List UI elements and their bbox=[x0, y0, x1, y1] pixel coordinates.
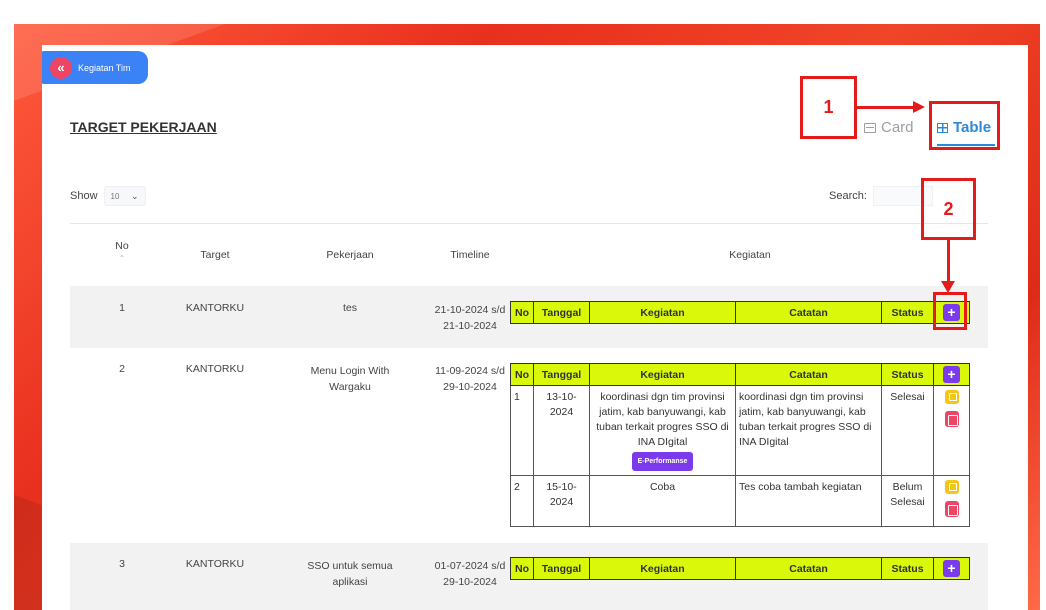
row-timeline: 21-10-2024 s/d 21-10-2024 bbox=[420, 302, 520, 334]
sub-header-tanggal: Tanggal bbox=[533, 301, 590, 324]
sub-header-tanggal: Tanggal bbox=[533, 363, 590, 386]
sub-header-no: No bbox=[510, 363, 534, 386]
row-pekerjaan: Menu Login With Wargaku bbox=[310, 365, 390, 393]
annotation-marker-2: 2 bbox=[921, 178, 976, 240]
activity-actions bbox=[933, 475, 970, 527]
row-pekerjaan: tes bbox=[342, 302, 357, 314]
show-entries: Show 10 ⌄ bbox=[70, 186, 146, 206]
timeline-end: 29-10-2024 bbox=[443, 381, 497, 393]
row-timeline: 11-09-2024 s/d 29-10-2024 bbox=[420, 363, 520, 395]
sub-header-no: No bbox=[510, 301, 534, 324]
activity-row: 2 15-10-2024 Coba Tes coba tambah kegiat… bbox=[510, 475, 970, 527]
page-title: TARGET PEKERJAAN bbox=[70, 119, 217, 135]
header-timeline[interactable]: Timeline bbox=[430, 249, 510, 261]
sub-header-catatan: Catatan bbox=[735, 301, 882, 324]
add-activity-button[interactable]: + bbox=[943, 366, 960, 383]
table-header: No ⌃ Target Pekerjaan Timeline Kegiatan bbox=[70, 223, 988, 286]
sub-header-status: Status bbox=[881, 363, 934, 386]
arrow-head-icon bbox=[913, 101, 925, 113]
activity-catatan: Tes coba tambah kegiatan bbox=[735, 475, 882, 527]
activity-table: No Tanggal Kegiatan Catatan Status + bbox=[510, 301, 970, 324]
search-area: Search: bbox=[829, 186, 933, 206]
search-label: Search: bbox=[829, 190, 867, 202]
sort-icon: ⌃ bbox=[118, 254, 126, 263]
activity-catatan: koordinasi dgn tim provinsi jatim, kab b… bbox=[735, 385, 882, 476]
activity-status: Belum Selesai bbox=[881, 475, 934, 527]
header-no-label: No bbox=[115, 240, 129, 252]
activity-kegiatan: koordinasi dgn tim provinsi jatim, kab b… bbox=[589, 385, 736, 476]
sub-header-kegiatan: Kegiatan bbox=[589, 557, 736, 580]
activity-row: 1 13-10-2024 koordinasi dgn tim provinsi… bbox=[510, 385, 970, 476]
row-timeline: 01-07-2024 s/d 29-10-2024 bbox=[420, 558, 520, 590]
activity-tanggal: 13-10-2024 bbox=[533, 385, 590, 476]
header-target[interactable]: Target bbox=[180, 249, 250, 261]
card-icon bbox=[864, 122, 876, 133]
entries-select[interactable]: 10 ⌄ bbox=[103, 186, 146, 206]
annotation-marker-1: 1 bbox=[800, 76, 857, 139]
sub-header-status: Status bbox=[881, 557, 934, 580]
activity-table: No Tanggal Kegiatan Catatan Status + bbox=[510, 557, 970, 580]
header-no[interactable]: No ⌃ bbox=[112, 240, 132, 264]
row-target: KANTORKU bbox=[185, 302, 245, 314]
sub-header-kegiatan: Kegiatan bbox=[589, 363, 736, 386]
add-activity-button[interactable]: + bbox=[943, 560, 960, 577]
view-card-label: Card bbox=[881, 119, 914, 136]
activity-actions bbox=[933, 385, 970, 476]
row-no: 3 bbox=[119, 558, 125, 570]
annotation-highlight-add bbox=[933, 292, 967, 330]
row-pekerjaan: SSO untuk semua aplikasi bbox=[307, 560, 393, 588]
activity-no: 2 bbox=[510, 475, 534, 527]
row-no: 1 bbox=[119, 302, 125, 314]
category-badge: E-Performanse bbox=[631, 452, 694, 471]
table-row: 1 KANTORKU tes 21-10-2024 s/d 21-10-2024… bbox=[70, 286, 988, 348]
back-button[interactable]: « Kegiatan Tim bbox=[42, 51, 148, 84]
row-target: KANTORKU bbox=[185, 363, 245, 375]
sub-header-catatan: Catatan bbox=[735, 363, 882, 386]
trash-icon[interactable] bbox=[944, 411, 959, 427]
timeline-start: 21-10-2024 s/d bbox=[434, 304, 506, 316]
view-card-toggle[interactable]: Card bbox=[864, 119, 914, 136]
back-button-label: Kegiatan Tim bbox=[78, 62, 131, 73]
row-target: KANTORKU bbox=[185, 558, 245, 570]
activity-table: No Tanggal Kegiatan Catatan Status + 1 1… bbox=[510, 363, 970, 527]
chevron-down-icon: ⌄ bbox=[130, 190, 139, 201]
activity-no: 1 bbox=[510, 385, 534, 476]
edit-icon[interactable] bbox=[944, 480, 959, 494]
table-row: 2 KANTORKU Menu Login With Wargaku 11-09… bbox=[70, 348, 988, 543]
activity-tanggal: 15-10-2024 bbox=[533, 475, 590, 527]
content-panel: « Kegiatan Tim TARGET PEKERJAAN Card Tab… bbox=[42, 45, 1028, 610]
edit-icon[interactable] bbox=[944, 390, 959, 404]
sub-header-action: + bbox=[933, 363, 970, 386]
activity-kegiatan: Coba bbox=[589, 475, 736, 527]
sub-header-status: Status bbox=[881, 301, 934, 324]
activity-kegiatan-text: koordinasi dgn tim provinsi jatim, kab b… bbox=[596, 391, 729, 448]
annotation-arrow bbox=[947, 240, 950, 284]
header-kegiatan[interactable]: Kegiatan bbox=[710, 249, 790, 261]
activity-status: Selesai bbox=[881, 385, 934, 476]
double-chevron-left-icon: « bbox=[50, 56, 72, 79]
show-label: Show bbox=[70, 190, 98, 202]
annotation-arrow bbox=[857, 106, 917, 109]
entries-select-value: 10 bbox=[110, 191, 120, 201]
row-no: 2 bbox=[119, 363, 125, 375]
table-row: 3 KANTORKU SSO untuk semua aplikasi 01-0… bbox=[70, 543, 988, 610]
sub-header-tanggal: Tanggal bbox=[533, 557, 590, 580]
sub-header-no: No bbox=[510, 557, 534, 580]
annotation-highlight-table bbox=[929, 101, 1000, 150]
sub-header-action: + bbox=[933, 557, 970, 580]
sub-header-catatan: Catatan bbox=[735, 557, 882, 580]
timeline-start: 11-09-2024 s/d bbox=[435, 365, 505, 377]
sub-header-kegiatan: Kegiatan bbox=[589, 301, 736, 324]
header-pekerjaan[interactable]: Pekerjaan bbox=[310, 249, 390, 261]
timeline-end: 21-10-2024 bbox=[443, 320, 497, 332]
timeline-end: 29-10-2024 bbox=[443, 576, 497, 588]
timeline-start: 01-07-2024 s/d bbox=[434, 560, 506, 572]
trash-icon[interactable] bbox=[944, 501, 959, 517]
